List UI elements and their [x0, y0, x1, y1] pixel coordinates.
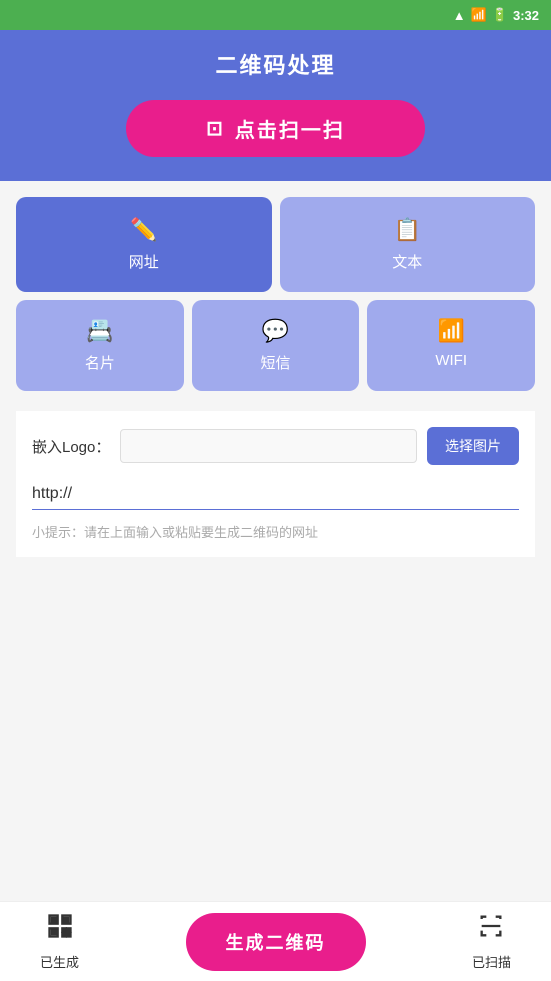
card-icon: 📇	[86, 318, 113, 344]
category-text-label: 文本	[392, 251, 422, 272]
category-url-button[interactable]: ✏️ 网址	[16, 197, 272, 292]
wifi-icon: ▲	[453, 8, 466, 23]
category-text-button[interactable]: 📋 文本	[280, 197, 536, 292]
category-row-top: ✏️ 网址 📋 文本	[16, 197, 535, 292]
battery-icon: 🔋	[492, 7, 508, 23]
qrcode-icon	[46, 912, 74, 947]
scan-button-label: 点击扫一扫	[235, 114, 345, 143]
scan-nav-icon	[477, 912, 505, 947]
wifi-cat-icon: 📶	[437, 318, 464, 344]
text-icon: 📋	[394, 217, 421, 243]
url-input[interactable]	[32, 479, 519, 510]
nav-scanned-label: 已扫描	[472, 952, 511, 971]
url-icon: ✏️	[130, 217, 157, 243]
category-card-button[interactable]: 📇 名片	[16, 300, 184, 391]
category-sms-button[interactable]: 💬 短信	[192, 300, 360, 391]
category-sms-label: 短信	[261, 352, 291, 373]
choose-image-button[interactable]: 选择图片	[427, 427, 519, 465]
category-url-label: 网址	[129, 251, 159, 272]
category-row-bottom: 📇 名片 💬 短信 📶 WIFI	[16, 300, 535, 391]
bottom-nav: 已生成 生成二维码 已扫描	[0, 901, 551, 981]
category-wifi-label: WIFI	[435, 352, 467, 369]
header: 二维码处理 ⊡ 点击扫一扫	[0, 30, 551, 181]
nav-generated-label: 已生成	[40, 952, 79, 971]
sms-icon: 💬	[262, 318, 289, 344]
content-area: ✏️ 网址 📋 文本 📇 名片 💬 短信 📶 WIFI	[0, 181, 551, 557]
status-icons: ▲ 📶 🔋 3:32	[453, 7, 539, 23]
signal-icon: 📶	[471, 7, 487, 23]
logo-row: 嵌入Logo： 选择图片	[32, 427, 519, 465]
category-wifi-button[interactable]: 📶 WIFI	[367, 300, 535, 391]
nav-generated[interactable]: 已生成	[40, 912, 79, 971]
form-area: 嵌入Logo： 选择图片 小提示：请在上面输入或粘贴要生成二维码的网址	[16, 411, 535, 557]
page-title: 二维码处理	[215, 48, 335, 80]
generate-qrcode-button[interactable]: 生成二维码	[186, 913, 366, 971]
logo-input[interactable]	[120, 429, 417, 463]
hint-text: 小提示：请在上面输入或粘贴要生成二维码的网址	[32, 522, 519, 541]
nav-scanned[interactable]: 已扫描	[472, 912, 511, 971]
logo-label: 嵌入Logo：	[32, 436, 110, 457]
scan-button[interactable]: ⊡ 点击扫一扫	[126, 100, 425, 157]
scan-icon: ⊡	[206, 116, 225, 141]
status-time: 3:32	[513, 8, 539, 23]
status-bar: ▲ 📶 🔋 3:32	[0, 0, 551, 30]
category-grid: ✏️ 网址 📋 文本 📇 名片 💬 短信 📶 WIFI	[16, 197, 535, 391]
category-card-label: 名片	[85, 352, 115, 373]
